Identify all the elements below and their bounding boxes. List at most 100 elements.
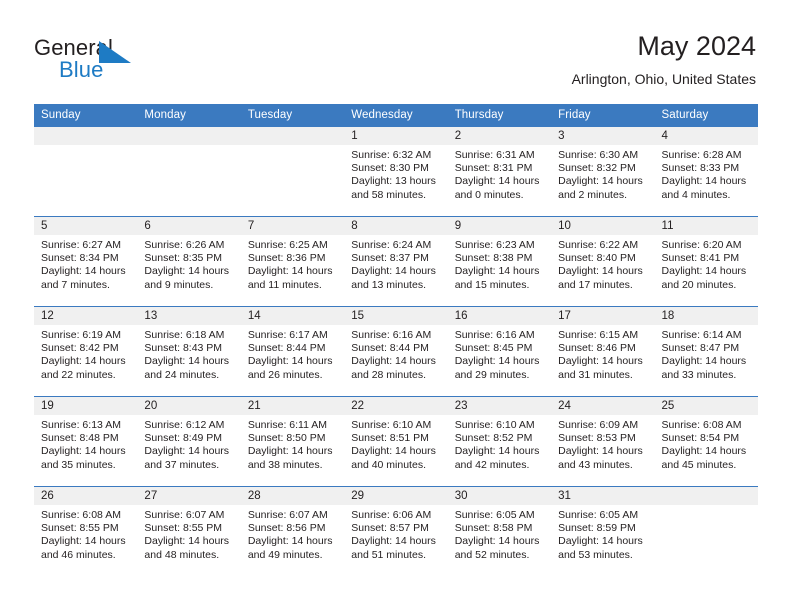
calendar-grid: Sunday Monday Tuesday Wednesday Thursday… (34, 104, 758, 576)
sunset-text: Sunset: 8:44 PM (351, 342, 429, 355)
day-details: Sunrise: 6:19 AM Sunset: 8:42 PM Daylight:… (34, 325, 137, 382)
daylight-text-line1: Daylight: 14 hours (661, 355, 747, 368)
daylight-text-line1: Daylight: 14 hours (351, 535, 436, 548)
day-number: 8 (344, 217, 448, 235)
day-cell[interactable]: 28 Sunrise: 6:07 AM Sunset: 8:56 PM Dayligh… (240, 486, 345, 576)
day-cell[interactable]: 29 Sunrise: 6:06 AM Sunset: 8:57 PM Dayligh… (344, 486, 448, 576)
day-cell[interactable]: 13 Sunrise: 6:18 AM Sunset: 8:43 PM Dayligh… (137, 306, 241, 397)
sunrise-text: Sunrise: 6:09 AM (558, 419, 639, 431)
sunrise-text: Sunrise: 6:14 AM (661, 329, 742, 341)
day-cell[interactable] (654, 486, 758, 576)
day-cell[interactable]: 19 Sunrise: 6:13 AM Sunset: 8:48 PM Dayligh… (34, 396, 138, 487)
week-row: 12 Sunrise: 6:19 AM Sunset: 8:42 PM Dayligh… (34, 306, 758, 397)
day-cell[interactable]: 6 Sunrise: 6:26 AM Sunset: 8:35 PM Daylight… (137, 216, 241, 307)
day-cell[interactable]: 25 Sunrise: 6:08 AM Sunset: 8:54 PM Dayligh… (654, 396, 758, 487)
sunrise-text: Sunrise: 6:16 AM (351, 329, 432, 341)
daylight-text-line2: and 11 minutes. (247, 278, 322, 291)
day-details: Sunrise: 6:09 AM Sunset: 8:53 PM Daylight:… (551, 415, 654, 472)
day-cell[interactable]: 11 Sunrise: 6:20 AM Sunset: 8:41 PM Dayligh… (654, 216, 758, 307)
day-cell[interactable]: 5 Sunrise: 6:27 AM Sunset: 8:34 PM Daylight… (34, 216, 138, 307)
day-cell[interactable]: 21 Sunrise: 6:11 AM Sunset: 8:50 PM Dayligh… (240, 396, 345, 487)
sunrise-text: Sunrise: 6:05 AM (454, 509, 535, 521)
sunset-text: Sunset: 8:35 PM (144, 252, 223, 265)
day-number: 28 (240, 487, 345, 505)
day-cell[interactable]: 4 Sunrise: 6:28 AM Sunset: 8:33 PM Daylight… (654, 126, 758, 217)
day-number: 30 (447, 487, 552, 505)
sunrise-text: Sunrise: 6:31 AM (454, 149, 535, 161)
day-cell[interactable]: 10 Sunrise: 6:22 AM Sunset: 8:40 PM Dayligh… (551, 216, 655, 307)
day-cell[interactable] (137, 126, 241, 217)
day-cell[interactable]: 2 Sunrise: 6:31 AM Sunset: 8:31 PM Daylight… (447, 126, 552, 217)
day-number: 1 (344, 127, 448, 145)
day-cell[interactable]: 8 Sunrise: 6:24 AM Sunset: 8:37 PM Daylight… (344, 216, 448, 307)
day-cell[interactable]: 1 Sunrise: 6:32 AM Sunset: 8:30 PM Daylight… (344, 126, 448, 217)
sunset-text: Sunset: 8:34 PM (41, 252, 119, 265)
general-blue-logo[interactable]: General Blue (34, 36, 164, 84)
day-cell[interactable]: 27 Sunrise: 6:07 AM Sunset: 8:55 PM Dayligh… (137, 486, 241, 576)
day-number: 21 (240, 397, 345, 415)
day-cell[interactable]: 23 Sunrise: 6:10 AM Sunset: 8:52 PM Dayligh… (447, 396, 552, 487)
day-number: 25 (654, 397, 758, 415)
day-cell[interactable]: 7 Sunrise: 6:25 AM Sunset: 8:36 PM Daylight… (240, 216, 345, 307)
day-cell[interactable]: 12 Sunrise: 6:19 AM Sunset: 8:42 PM Dayligh… (34, 306, 138, 397)
day-cell[interactable] (240, 126, 345, 217)
location-subtitle: Arlington, Ohio, United States (571, 71, 756, 87)
daylight-text-line1: Daylight: 14 hours (351, 355, 436, 368)
daylight-text-line1: Daylight: 14 hours (144, 355, 230, 368)
day-cell[interactable]: 18 Sunrise: 6:14 AM Sunset: 8:47 PM Dayligh… (654, 306, 758, 397)
day-details: Sunrise: 6:26 AM Sunset: 8:35 PM Daylight:… (137, 235, 240, 292)
day-cell[interactable]: 3 Sunrise: 6:30 AM Sunset: 8:32 PM Daylight… (551, 126, 655, 217)
day-cell[interactable]: 26 Sunrise: 6:08 AM Sunset: 8:55 PM Dayligh… (34, 486, 138, 576)
day-cell[interactable]: 14 Sunrise: 6:17 AM Sunset: 8:44 PM Dayligh… (240, 306, 345, 397)
day-number (34, 127, 138, 145)
daylight-text-line2: and 17 minutes. (558, 278, 633, 291)
sunset-text: Sunset: 8:58 PM (454, 522, 533, 535)
sunrise-text: Sunrise: 6:20 AM (661, 239, 742, 251)
day-details: Sunrise: 6:24 AM Sunset: 8:37 PM Daylight:… (344, 235, 447, 292)
day-cell[interactable]: 15 Sunrise: 6:16 AM Sunset: 8:44 PM Dayligh… (344, 306, 448, 397)
daylight-text-line2: and 24 minutes. (144, 368, 220, 381)
page-header: General Blue May 2024 Arlington, Ohio, U… (0, 0, 792, 104)
daylight-text-line1: Daylight: 14 hours (144, 265, 230, 278)
calendar-body: 1 Sunrise: 6:32 AM Sunset: 8:30 PM Daylight… (34, 126, 758, 576)
day-cell[interactable]: 20 Sunrise: 6:12 AM Sunset: 8:49 PM Dayligh… (137, 396, 241, 487)
daylight-text-line2: and 51 minutes. (351, 548, 426, 561)
daylight-text-line1: Daylight: 14 hours (558, 265, 643, 278)
week-row: 26 Sunrise: 6:08 AM Sunset: 8:55 PM Dayligh… (34, 486, 758, 576)
daylight-text-line1: Daylight: 14 hours (247, 445, 333, 458)
daylight-text-line1: Daylight: 14 hours (41, 355, 126, 368)
day-cell[interactable]: 17 Sunrise: 6:15 AM Sunset: 8:46 PM Dayligh… (551, 306, 655, 397)
page-title: May 2024 (637, 31, 756, 61)
daylight-text-line1: Daylight: 14 hours (144, 445, 230, 458)
daylight-text-line2: and 33 minutes. (661, 368, 737, 381)
day-cell[interactable]: 22 Sunrise: 6:10 AM Sunset: 8:51 PM Dayligh… (344, 396, 448, 487)
sunrise-text: Sunrise: 6:30 AM (558, 149, 639, 161)
week-row: 1 Sunrise: 6:32 AM Sunset: 8:30 PM Daylight… (34, 126, 758, 217)
sunset-text: Sunset: 8:59 PM (558, 522, 636, 535)
day-cell[interactable]: 31 Sunrise: 6:05 AM Sunset: 8:59 PM Dayligh… (551, 486, 655, 576)
sunset-text: Sunset: 8:51 PM (351, 432, 429, 445)
day-number: 10 (551, 217, 655, 235)
day-number: 20 (137, 397, 241, 415)
sunrise-text: Sunrise: 6:15 AM (558, 329, 639, 341)
day-cell[interactable]: 9 Sunrise: 6:23 AM Sunset: 8:38 PM Daylight… (447, 216, 552, 307)
sunrise-text: Sunrise: 6:06 AM (351, 509, 432, 521)
calendar-page: General Blue May 2024 Arlington, Ohio, U… (0, 0, 792, 612)
sunset-text: Sunset: 8:44 PM (247, 342, 326, 355)
week-row: 5 Sunrise: 6:27 AM Sunset: 8:34 PM Daylight… (34, 216, 758, 307)
day-number: 23 (447, 397, 552, 415)
day-number: 3 (551, 127, 655, 145)
day-cell[interactable] (34, 126, 138, 217)
daylight-text-line1: Daylight: 14 hours (41, 535, 126, 548)
day-cell[interactable]: 24 Sunrise: 6:09 AM Sunset: 8:53 PM Dayligh… (551, 396, 655, 487)
sunset-text: Sunset: 8:47 PM (661, 342, 740, 355)
day-cell[interactable]: 30 Sunrise: 6:05 AM Sunset: 8:58 PM Dayligh… (447, 486, 552, 576)
day-number: 29 (344, 487, 448, 505)
daylight-text-line2: and 48 minutes. (144, 548, 220, 561)
daylight-text-line1: Daylight: 14 hours (454, 265, 540, 278)
daylight-text-line2: and 13 minutes. (351, 278, 426, 291)
day-cell[interactable]: 16 Sunrise: 6:16 AM Sunset: 8:45 PM Dayligh… (447, 306, 552, 397)
daylight-text-line1: Daylight: 14 hours (558, 445, 643, 458)
day-number: 2 (447, 127, 552, 145)
sunset-text: Sunset: 8:56 PM (247, 522, 326, 535)
